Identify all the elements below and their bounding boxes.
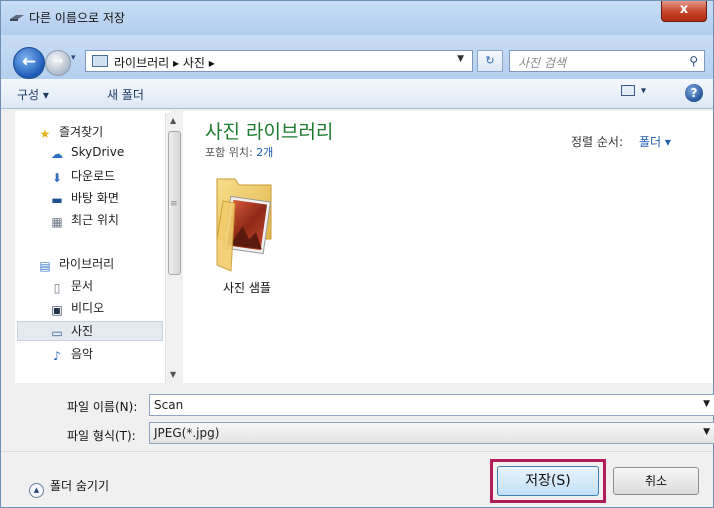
hide-folders-label: 폴더 숨기기 bbox=[50, 479, 110, 493]
hide-folders-button[interactable]: ▲ 폴더 숨기기 bbox=[29, 477, 109, 498]
sidebar-scrollbar[interactable]: ▲ ≡ ▼ bbox=[165, 113, 183, 383]
view-dropdown-arrow: ▾ bbox=[641, 85, 647, 97]
breadcrumb[interactable]: 라이브러리 ▸ 사진 ▸ bbox=[114, 54, 215, 71]
sidebar-item-label: 즐겨찾기 bbox=[59, 125, 104, 139]
chevron-down-icon[interactable]: ▼ bbox=[703, 399, 710, 409]
recent-places-icon: ▦ bbox=[51, 215, 63, 229]
desktop-icon: ▬ bbox=[51, 193, 63, 207]
arrow-right-icon: → bbox=[52, 54, 64, 69]
title-bar: 다른 이름으로 저장 x bbox=[1, 1, 713, 35]
sidebar-item-label: 음악 bbox=[71, 347, 94, 361]
music-icon: ♪ bbox=[53, 349, 61, 363]
divider bbox=[1, 451, 713, 452]
file-name-value[interactable]: Scan bbox=[154, 398, 183, 412]
save-button[interactable]: 저장(S) bbox=[497, 466, 599, 496]
search-icon[interactable]: ⚲ bbox=[689, 54, 698, 68]
sidebar-item-label: 문서 bbox=[71, 279, 94, 293]
sidebar-item-label: 라이브러리 bbox=[59, 257, 115, 271]
search-placeholder: 사진 검색 bbox=[518, 56, 566, 70]
library-icon bbox=[92, 55, 108, 67]
cancel-button[interactable]: 취소 bbox=[613, 467, 699, 495]
file-type-select[interactable]: JPEG(*.jpg) ▼ bbox=[149, 422, 714, 444]
chevron-up-icon: ▲ bbox=[29, 483, 44, 498]
includes-count-link[interactable]: 2개 bbox=[256, 146, 273, 159]
window-title: 다른 이름으로 저장 bbox=[29, 11, 125, 25]
sidebar-item-label: 바탕 화면 bbox=[71, 191, 119, 205]
forward-button[interactable]: → bbox=[45, 50, 71, 76]
sidebar-item-documents[interactable]: ▯ 문서 bbox=[49, 277, 93, 297]
chevron-down-icon[interactable]: ▼ bbox=[703, 427, 710, 437]
file-name-label: 파일 이름(N): bbox=[67, 400, 138, 414]
save-as-dialog: 다른 이름으로 저장 x ← → ▾ 라이브러리 ▸ 사진 ▸ ▼ ↻ 사진 검… bbox=[0, 0, 714, 508]
sidebar-item-videos[interactable]: ▣ 비디오 bbox=[49, 299, 104, 319]
close-icon: x bbox=[679, 2, 689, 17]
star-icon: ★ bbox=[39, 127, 51, 141]
command-bar: 구성 ▾ 새 폴더 ▾ ? bbox=[1, 79, 713, 109]
file-name-field[interactable]: Scan ▼ bbox=[149, 394, 714, 416]
sidebar-item-skydrive[interactable]: ☁ SkyDrive bbox=[49, 145, 124, 165]
file-type-label: 파일 형식(T): bbox=[67, 429, 136, 443]
help-button[interactable]: ? bbox=[685, 84, 703, 102]
organize-button[interactable]: 구성 ▾ bbox=[17, 86, 49, 103]
help-icon: ? bbox=[690, 86, 698, 100]
sidebar-item-music[interactable]: ♪ 음악 bbox=[49, 345, 93, 365]
page-title: 사진 라이브러리 bbox=[205, 121, 334, 143]
new-folder-button[interactable]: 새 폴더 bbox=[107, 86, 144, 103]
address-bar[interactable]: 라이브러리 ▸ 사진 ▸ ▼ bbox=[85, 50, 473, 72]
libraries-icon: ▤ bbox=[39, 259, 51, 273]
save-dialog-icon bbox=[10, 15, 24, 21]
download-folder-icon: ⬇ bbox=[51, 171, 63, 185]
chevron-down-icon[interactable]: ▼ bbox=[457, 54, 464, 64]
pictures-icon: ▭ bbox=[51, 326, 63, 340]
view-icon bbox=[621, 85, 635, 96]
sidebar-item-label: 최근 위치 bbox=[71, 213, 119, 227]
scroll-down-icon[interactable]: ▼ bbox=[170, 370, 176, 379]
recent-pages-dropdown[interactable]: ▾ bbox=[71, 53, 76, 63]
sidebar-item-libraries[interactable]: ▤ 라이브러리 bbox=[37, 255, 114, 275]
grip-icon: ≡ bbox=[170, 199, 178, 209]
sidebar-item-label: 비디오 bbox=[71, 301, 105, 315]
sidebar-item-label: 사진 bbox=[71, 324, 94, 338]
close-button[interactable]: x bbox=[661, 1, 707, 22]
skydrive-icon: ☁ bbox=[51, 147, 63, 161]
change-view-button[interactable]: ▾ bbox=[621, 85, 655, 103]
back-button[interactable]: ← bbox=[13, 47, 45, 79]
sort-label: 정렬 순서: bbox=[571, 135, 624, 149]
sort-dropdown[interactable]: 폴더 ▾ bbox=[639, 133, 671, 150]
arrow-left-icon: ← bbox=[21, 52, 37, 72]
sidebar-item-recent-places[interactable]: ▦ 최근 위치 bbox=[49, 211, 119, 231]
sidebar-item-label: 다운로드 bbox=[71, 169, 116, 183]
sidebar-item-label: SkyDrive bbox=[71, 145, 125, 159]
includes-info: 포함 위치: 2개 bbox=[205, 144, 273, 160]
refresh-icon: ↻ bbox=[485, 54, 495, 67]
includes-label: 포함 위치: bbox=[205, 146, 253, 159]
sidebar-item-desktop[interactable]: ▬ 바탕 화면 bbox=[49, 189, 119, 209]
file-type-value: JPEG(*.jpg) bbox=[154, 426, 220, 440]
sidebar-item-favorites[interactable]: ★ 즐겨찾기 bbox=[37, 123, 104, 143]
videos-icon: ▣ bbox=[51, 303, 63, 317]
folder-item-label[interactable]: 사진 샘플 bbox=[223, 279, 271, 296]
search-input[interactable]: 사진 검색 ⚲ bbox=[509, 50, 705, 72]
documents-icon: ▯ bbox=[53, 281, 61, 295]
sidebar-item-downloads[interactable]: ⬇ 다운로드 bbox=[49, 167, 115, 187]
scroll-up-icon[interactable]: ▲ bbox=[170, 116, 176, 125]
folder-icon[interactable] bbox=[213, 177, 275, 275]
sidebar-item-pictures[interactable]: ▭ 사진 bbox=[49, 322, 93, 342]
refresh-button[interactable]: ↻ bbox=[477, 50, 503, 72]
